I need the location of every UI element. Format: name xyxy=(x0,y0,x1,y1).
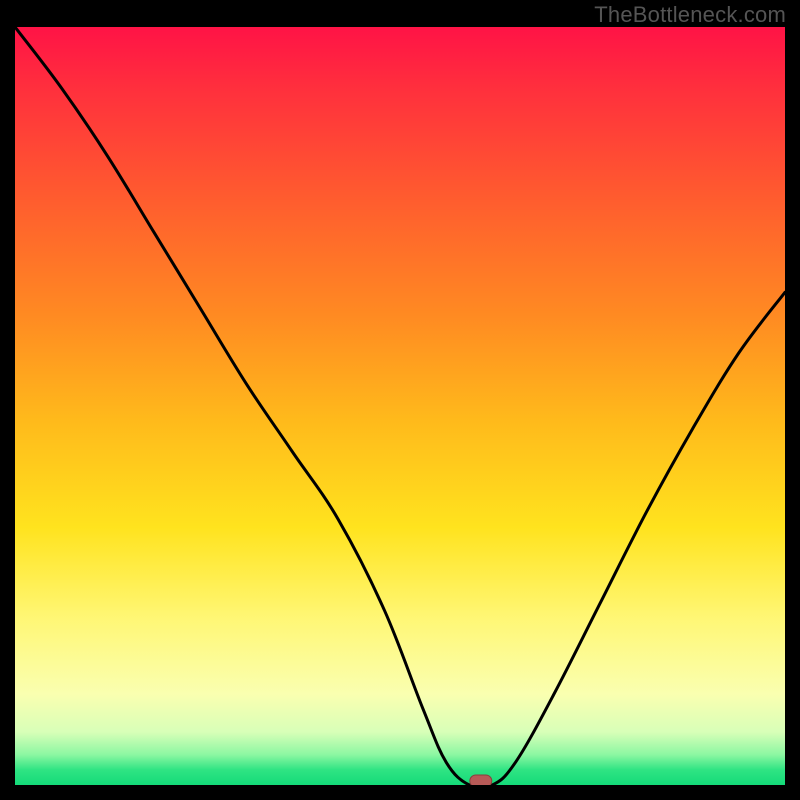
minimum-marker xyxy=(470,775,492,785)
plot-area xyxy=(15,27,785,785)
watermark-text: TheBottleneck.com xyxy=(594,2,786,28)
curve-layer xyxy=(15,27,785,785)
chart-frame: TheBottleneck.com xyxy=(0,0,800,800)
bottleneck-curve xyxy=(15,27,785,785)
